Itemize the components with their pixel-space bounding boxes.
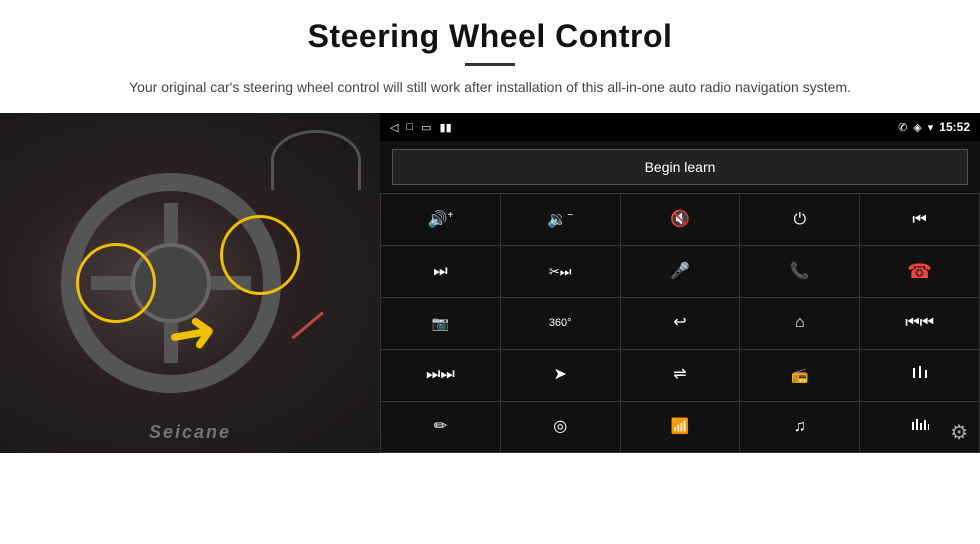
skip-icon: ⏭⏭ (426, 367, 455, 383)
control-panel: ◁ □ ▭ ▮▮ ✆ ◈ ▾ 15:52 Begin learn (380, 113, 980, 453)
home-icon: ⌂ (795, 315, 805, 331)
home-nav-icon[interactable]: □ (406, 121, 413, 133)
signal-indicator: ▮▮ (440, 121, 452, 134)
hang-up-icon: ☎ (907, 262, 932, 282)
vol-up-button[interactable]: 🔊+ (381, 194, 500, 245)
circle-highlight-right (220, 215, 300, 295)
nav-icon: ➤ (553, 367, 566, 383)
back-button[interactable]: ↩ (621, 298, 740, 349)
title-underline (465, 63, 515, 66)
clock: 15:52 (939, 120, 970, 134)
power-button[interactable]: ⏻ (740, 194, 859, 245)
recents-nav-icon[interactable]: ▭ (421, 121, 431, 134)
eq-button[interactable] (860, 350, 979, 401)
power-icon: ⏻ (793, 212, 806, 228)
skip-button[interactable]: ⏭⏭ (381, 350, 500, 401)
page-title: Steering Wheel Control (60, 18, 920, 55)
vol-mute-icon: 🔇 (670, 212, 690, 228)
phone-call-button[interactable]: 📞 (740, 246, 859, 297)
content-area: ➜ Seicane ◁ □ ▭ ▮▮ ✆ ◈ ▾ 15: (0, 113, 980, 453)
circle-button[interactable]: ◎ (501, 402, 620, 453)
next-icon: ⏭ (433, 264, 447, 280)
mic-button[interactable]: 🎤 (621, 246, 740, 297)
radio-button[interactable]: 📻 (740, 350, 859, 401)
rewind-icon: ⏮⏮ (905, 315, 934, 331)
music-icon: ♫ (794, 419, 806, 435)
mic-icon: 🎤 (670, 264, 690, 280)
toggle-icon: ⇌ (673, 367, 686, 383)
vol-mute-button[interactable]: 🔇 (621, 194, 740, 245)
back-nav-icon[interactable]: ◁ (390, 121, 398, 134)
photo-panel: ➜ Seicane (0, 113, 380, 453)
location-icon: ◈ (913, 121, 921, 134)
watermark: Seicane (149, 422, 231, 443)
home-button[interactable]: ⌂ (740, 298, 859, 349)
begin-learn-button[interactable]: Begin learn (392, 149, 968, 185)
header-section: Steering Wheel Control Your original car… (0, 0, 980, 108)
direction-arrow: ➜ (161, 295, 223, 373)
pen-button[interactable]: ✏ (381, 402, 500, 453)
back-icon: ↩ (673, 315, 686, 331)
hang-up-button[interactable]: ☎ (860, 246, 979, 297)
phone-call-icon: 📞 (790, 264, 810, 280)
circle-icon: ◎ (553, 419, 567, 435)
prev-track-button[interactable]: ⏮ (860, 194, 979, 245)
360-view-button[interactable]: 360° (501, 298, 620, 349)
bluetooth-icon: 📶 (671, 419, 690, 434)
begin-learn-row: Begin learn (380, 141, 980, 193)
status-left: ◁ □ ▭ ▮▮ (390, 121, 452, 134)
vol-up-icon: 🔊+ (428, 211, 454, 228)
rewind-button[interactable]: ⏮⏮ (860, 298, 979, 349)
vol-down-button[interactable]: 🔉− (501, 194, 620, 245)
fast-forward-icon: ✂⏭ (549, 265, 572, 278)
music-button[interactable]: ♫ (740, 402, 859, 453)
nav-button[interactable]: ➤ (501, 350, 620, 401)
camera-button[interactable]: 📷 (381, 298, 500, 349)
subtitle: Your original car's steering wheel contr… (60, 76, 920, 98)
camera-icon: 📷 (432, 316, 449, 330)
status-right: ✆ ◈ ▾ 15:52 (898, 120, 970, 134)
toggle-button[interactable]: ⇌ (621, 350, 740, 401)
controls-grid: 🔊+ 🔉− 🔇 ⏻ ⏮ ⏭ ✂⏭ (380, 193, 980, 453)
radio-icon: 📻 (791, 368, 808, 382)
360-view-icon: 360° (549, 318, 572, 329)
next-button[interactable]: ⏭ (381, 246, 500, 297)
dashboard-gauge (271, 130, 361, 190)
pen-icon: ✏ (434, 419, 447, 435)
wifi-icon: ▾ (928, 121, 934, 134)
eq-icon (911, 364, 929, 386)
equalizer-icon (911, 416, 929, 438)
page-container: Steering Wheel Control Your original car… (0, 0, 980, 544)
fast-forward-button[interactable]: ✂⏭ (501, 246, 620, 297)
steering-wheel-bg: ➜ Seicane (0, 113, 380, 453)
vol-down-icon: 🔉− (547, 211, 573, 228)
circle-highlight-left (76, 243, 156, 323)
prev-track-icon: ⏮ (912, 212, 926, 228)
arrow-container: ➜ (167, 298, 217, 368)
bluetooth-button[interactable]: 📶 (621, 402, 740, 453)
status-bar: ◁ □ ▭ ▮▮ ✆ ◈ ▾ 15:52 (380, 113, 980, 141)
settings-gear-icon[interactable]: ⚙ (950, 420, 968, 445)
phone-icon: ✆ (898, 121, 907, 134)
gauge-needle (291, 311, 324, 339)
